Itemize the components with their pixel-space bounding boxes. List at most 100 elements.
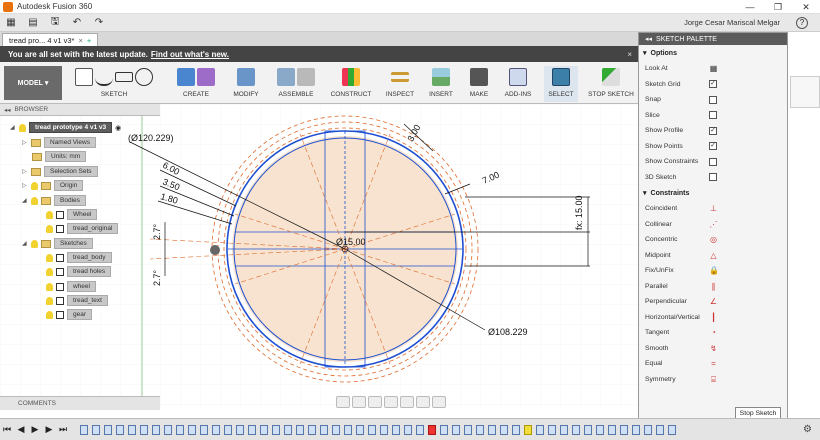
horizontal-vertical-icon[interactable]: ┃ (709, 313, 718, 322)
timeline-feature-icon[interactable] (632, 424, 640, 435)
timeline-feature-icon[interactable] (104, 424, 112, 435)
timeline-feature-icon[interactable] (368, 424, 376, 435)
equal-icon[interactable]: = (709, 359, 718, 368)
browser-item-tread-text[interactable]: tread_text (46, 295, 108, 306)
banner-close-icon[interactable]: × (627, 50, 632, 59)
constraints-section-header[interactable]: ▾ Constraints (639, 185, 787, 201)
timeline-settings-gear-icon[interactable]: ⚙ (803, 424, 812, 435)
visibility-bulb-icon[interactable] (46, 310, 53, 319)
constraint-row[interactable]: Midpoint △ (639, 248, 787, 264)
orbit-icon[interactable] (336, 396, 350, 408)
visibility-bulb-icon[interactable] (31, 181, 38, 190)
timeline-feature-icon[interactable] (668, 424, 676, 435)
workspace-switcher[interactable]: MODEL ▾ (4, 66, 62, 100)
timeline-feature-icon[interactable] (80, 424, 88, 435)
browser-item-selection-sets[interactable]: ▷ Selection Sets (22, 166, 98, 177)
measure-icon[interactable] (391, 72, 409, 82)
comments-panel[interactable]: COMMENTS (0, 396, 160, 410)
browser-item-sketches[interactable]: ◢ Sketches (22, 238, 93, 249)
timeline-feature-icon[interactable] (596, 424, 604, 435)
timeline-feature-icon[interactable] (548, 424, 556, 435)
browser-item-gear[interactable]: gear (46, 309, 93, 320)
browser-item-tread-holes[interactable]: tread holes (46, 266, 112, 277)
joint-icon[interactable] (297, 68, 315, 86)
option-checkbox[interactable]: ✓ (709, 142, 717, 151)
timeline-feature-icon[interactable] (284, 424, 292, 435)
browser-item-wheel-body[interactable]: Wheel (46, 209, 98, 220)
browser-header[interactable]: ◂◂ BROWSER (0, 104, 160, 116)
press-pull-icon[interactable] (237, 68, 255, 86)
whats-new-link[interactable]: Find out what's new. (151, 50, 229, 59)
scripts-icon[interactable] (509, 68, 527, 86)
parallel-icon[interactable]: ∥ (709, 282, 718, 291)
timeline-feature-icon[interactable] (296, 424, 304, 435)
save-icon[interactable]: 🖫 (44, 15, 66, 31)
timeline-feature-icon[interactable] (212, 424, 220, 435)
visibility-bulb-icon[interactable] (46, 210, 53, 219)
symmetry-icon[interactable]: ⌸ (709, 375, 718, 384)
close-tab-icon[interactable]: × (78, 36, 82, 45)
palette-option-row[interactable]: Show Profile ✓ (639, 123, 787, 139)
timeline-feature-icon[interactable] (200, 424, 208, 435)
inspect-group[interactable]: INSPECT (382, 66, 418, 102)
smooth-icon[interactable]: ↯ (709, 344, 718, 353)
help-icon[interactable]: ? (796, 16, 808, 29)
visibility-bulb-icon[interactable] (46, 224, 53, 233)
visibility-bulb-icon[interactable] (46, 267, 53, 276)
stop-sketch-icon[interactable] (602, 68, 620, 86)
option-checkbox[interactable] (709, 95, 717, 104)
minimize-button[interactable]: — (736, 0, 764, 14)
constraint-row[interactable]: Horizontal/Vertical ┃ (639, 310, 787, 326)
stop-sketch-group[interactable]: STOP SKETCH (586, 66, 636, 102)
timeline-feature-icon[interactable] (404, 424, 412, 435)
palette-option-row[interactable]: Show Points ✓ (639, 139, 787, 155)
perpendicular-icon[interactable]: ∠ (709, 297, 718, 306)
option-checkbox[interactable] (709, 111, 717, 120)
timeline-feature-icon[interactable] (248, 424, 256, 435)
palette-collapse-icon[interactable]: ◂◂ (645, 35, 652, 43)
visibility-bulb-icon[interactable] (46, 282, 53, 291)
timeline-feature-icon[interactable] (344, 424, 352, 435)
sketch-group[interactable]: SKETCH (68, 66, 160, 102)
timeline-feature-icon[interactable] (608, 424, 616, 435)
activate-radio-icon[interactable]: ◉ (115, 124, 121, 132)
pan-icon[interactable] (352, 396, 366, 408)
browser-item-bodies[interactable]: ◢ Bodies (22, 195, 86, 206)
new-component-icon[interactable] (277, 68, 295, 86)
add-ins-group[interactable]: ADD-INS (500, 66, 536, 102)
file-menu-icon[interactable]: ▤ (22, 15, 44, 31)
rectangle-icon[interactable] (115, 72, 133, 82)
constraint-row[interactable]: Fix/UnFix 🔒 (639, 263, 787, 279)
step-forward-icon[interactable]: ▶ (42, 423, 56, 437)
timeline-feature-icon[interactable] (224, 424, 232, 435)
timeline-feature-icon[interactable] (476, 424, 484, 435)
circle-icon[interactable] (135, 68, 153, 86)
palette-option-row[interactable]: Snap (639, 92, 787, 108)
timeline-feature-icon[interactable] (308, 424, 316, 435)
timeline-feature-icon[interactable] (512, 424, 520, 435)
timeline-feature-icon[interactable] (440, 424, 448, 435)
timeline-feature-icon[interactable] (176, 424, 184, 435)
timeline-feature-icon[interactable] (536, 424, 544, 435)
user-name[interactable]: Jorge Cesar Mariscal Melgar (684, 18, 780, 27)
go-to-end-icon[interactable]: ⏭ (56, 423, 70, 437)
timeline-feature-icon[interactable] (524, 424, 532, 435)
timeline-feature-icon[interactable] (128, 424, 136, 435)
timeline-feature-icon[interactable] (620, 424, 628, 435)
option-checkbox[interactable] (709, 173, 717, 182)
coincident-icon[interactable]: ⊥ (709, 204, 718, 213)
select-arrow-icon[interactable] (552, 68, 570, 86)
palette-option-row[interactable]: Sketch Grid ✓ (639, 77, 787, 93)
create-form-icon[interactable] (197, 68, 215, 86)
make-group[interactable]: MAKE (464, 66, 494, 102)
option-checkbox[interactable]: ✓ (709, 126, 717, 135)
constraint-row[interactable]: Equal = (639, 356, 787, 372)
insert-group[interactable]: INSERT (426, 66, 456, 102)
browser-item-tread-original[interactable]: tread_original (46, 223, 119, 234)
constraint-row[interactable]: Coincident ⊥ (639, 201, 787, 217)
document-tab[interactable]: tread pro... 4 v1 v3* × + (2, 33, 99, 46)
fix-icon[interactable]: 🔒 (709, 266, 719, 275)
create-group[interactable]: CREATE (172, 66, 220, 102)
redo-icon[interactable]: ↷ (88, 15, 110, 31)
look-at-icon[interactable]: ▦ (709, 64, 718, 73)
